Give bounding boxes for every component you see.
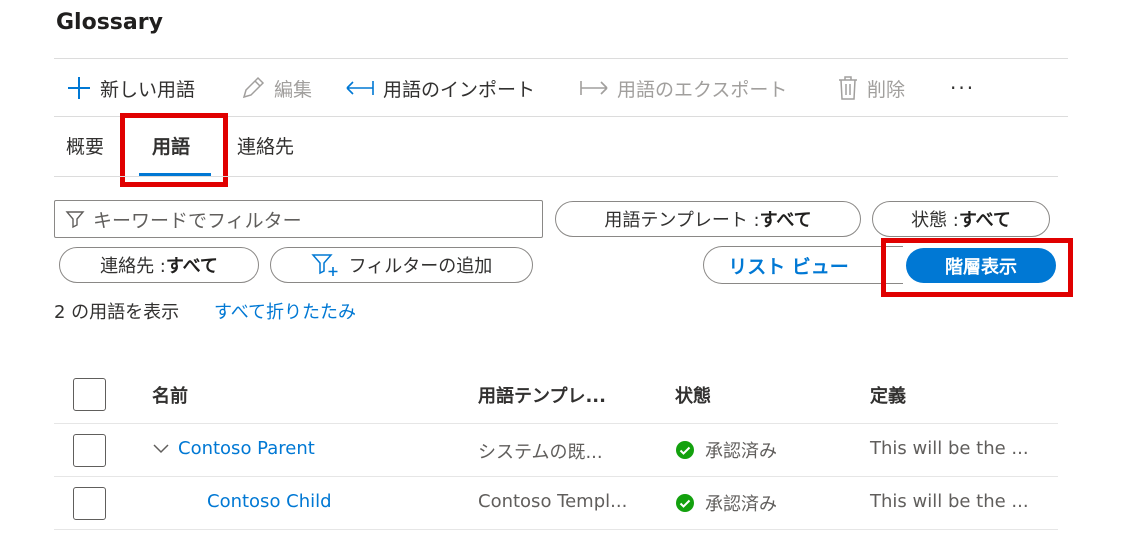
status-cell: 承認済み — [675, 437, 777, 463]
check-circle-icon — [675, 440, 695, 460]
row-checkbox[interactable] — [73, 434, 106, 467]
keyword-filter-placeholder: キーワードでフィルター — [93, 209, 302, 232]
divider — [54, 58, 1068, 59]
check-circle-icon — [675, 493, 695, 513]
definition-cell: This will be the ... — [870, 438, 1029, 459]
collapse-all-link[interactable]: すべて折りたたみ — [214, 298, 356, 324]
status-text: 承認済み — [705, 441, 777, 462]
more-options-button[interactable]: ··· — [950, 74, 975, 102]
delete-label: 削除 — [867, 78, 906, 101]
template-cell: Contoso Templ... — [478, 491, 628, 512]
add-filter-button[interactable]: フィルターの追加 — [270, 247, 533, 283]
plus-icon — [66, 75, 92, 101]
new-term-button[interactable]: 新しい用語 — [66, 74, 195, 102]
delete-button[interactable]: 削除 — [837, 74, 905, 102]
export-terms-label: 用語のエクスポート — [617, 78, 788, 101]
status-filter-label: 状態 : — [911, 210, 959, 231]
tab-contacts[interactable]: 連絡先 — [237, 132, 294, 159]
import-terms-label: 用語のインポート — [383, 78, 536, 101]
select-all-checkbox[interactable] — [73, 378, 106, 411]
filter-icon — [65, 209, 85, 229]
status-text: 承認済み — [705, 494, 777, 515]
pencil-icon — [240, 75, 266, 101]
term-count-text: 2 の用語を表示 — [54, 302, 180, 323]
chevron-down-icon[interactable] — [152, 443, 170, 455]
column-header-name[interactable]: 名前 — [152, 382, 188, 408]
status-filter[interactable]: 状態 : すべて — [872, 201, 1050, 237]
term-link[interactable]: Contoso Parent — [178, 438, 315, 459]
list-view-toggle[interactable]: リスト ビュー — [703, 246, 903, 284]
column-header-status[interactable]: 状態 — [675, 382, 711, 408]
table-divider — [54, 423, 1058, 424]
edit-button[interactable]: 編集 — [240, 74, 312, 102]
column-header-template[interactable]: 用語テンプレ... — [478, 382, 606, 408]
add-filter-icon — [311, 252, 339, 278]
contacts-filter-value: すべて — [165, 256, 218, 277]
row-checkbox[interactable] — [73, 487, 106, 520]
name-cell: Contoso Parent — [152, 438, 315, 459]
import-terms-button[interactable]: 用語のインポート — [345, 74, 535, 102]
trash-icon — [837, 75, 859, 101]
definition-cell: This will be the ... — [870, 491, 1029, 512]
template-cell: システムの既... — [478, 442, 603, 463]
table-divider — [54, 476, 1058, 477]
contacts-filter[interactable]: 連絡先 : すべて — [59, 247, 259, 283]
name-cell: Contoso Child — [207, 491, 332, 512]
term-template-filter-value: すべて — [759, 210, 812, 231]
term-template-filter[interactable]: 用語テンプレート : すべて — [555, 201, 861, 237]
add-filter-label: フィルターの追加 — [348, 256, 493, 277]
status-filter-value: すべて — [958, 210, 1011, 231]
keyword-filter-input[interactable]: キーワードでフィルター — [54, 200, 543, 238]
term-template-filter-label: 用語テンプレート : — [604, 210, 760, 231]
contacts-filter-label: 連絡先 : — [100, 256, 166, 277]
table-divider — [54, 529, 1058, 530]
highlight-box-hierarchy-view — [881, 238, 1073, 297]
export-terms-button[interactable]: 用語のエクスポート — [579, 74, 787, 102]
new-term-label: 新しい用語 — [100, 78, 196, 101]
term-link[interactable]: Contoso Child — [207, 491, 332, 512]
tab-overview[interactable]: 概要 — [66, 132, 104, 159]
export-arrow-icon — [579, 78, 609, 98]
edit-label: 編集 — [274, 78, 313, 101]
status-cell: 承認済み — [675, 490, 777, 516]
divider — [54, 176, 1058, 177]
column-header-definition[interactable]: 定義 — [870, 382, 906, 408]
import-arrow-icon — [345, 78, 375, 98]
page-title: Glossary — [56, 10, 163, 35]
